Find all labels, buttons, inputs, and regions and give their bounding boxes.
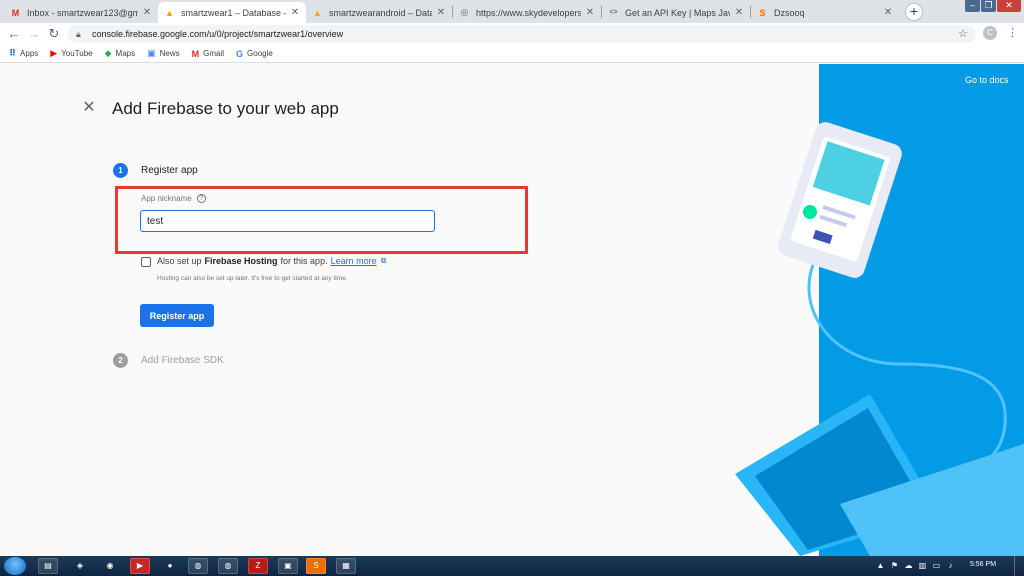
devices-illustration [735,122,1024,556]
tab-dzsooq[interactable]: S Dzsooq ✕ [751,2,899,23]
chrome-icon[interactable]: ◍ [188,558,208,574]
eye-icon[interactable]: ◉ [100,558,120,574]
go-to-docs-link[interactable]: Go to docs [965,75,1009,85]
bookmark-star-icon[interactable]: ☆ [958,27,968,40]
restore-button[interactable]: ❐ [981,0,996,12]
tab-firebase-database[interactable]: ▲ smartzwear1 – Database – Fireb ✕ [158,2,306,23]
filezilla-icon[interactable]: Z [248,558,268,574]
display-icon[interactable]: ▭ [932,561,941,570]
close-icon[interactable]: ✕ [585,7,595,18]
folder-icon[interactable]: ▤ [38,558,58,574]
youtube-icon: ▶ [50,48,58,58]
tab-title: smartzwear1 – Database – Fireb [181,7,286,18]
close-icon[interactable]: ✕ [290,7,300,18]
tray-arrow-icon[interactable]: ▲ [876,561,885,570]
bookmark-apps[interactable]: ⠿ Apps [9,48,38,59]
bookmarks-bar: ⠿ Apps ▶ YouTube ◆ Maps ▣ News M Gmail G… [0,45,1024,63]
maps-icon: ◆ [104,48,112,58]
apps-icon: ⠿ [9,48,17,58]
forward-button[interactable]: → [26,26,42,42]
bookmark-maps[interactable]: ◆ Maps [105,48,135,59]
bookmark-label: News [159,49,180,58]
media-icon[interactable]: ▶ [130,558,150,574]
news-icon: ▣ [147,48,156,58]
windows-taskbar: ▤ ◈ ◉ ▶ ● ◍ ◍ Z ▣ S ▦ ▲ ⚑ ☁ ▥ ▭ ♪ 5:56 P… [0,556,1024,576]
chrome-window-icon[interactable]: ◍ [218,558,238,574]
bookmark-label: Gmail [203,49,225,58]
tab-maps-api-key[interactable]: <> Get an API Key | Maps JavaScri ✕ [602,2,750,23]
notepad-icon[interactable]: ▦ [336,558,356,574]
tab-strip: M Inbox - smartzwear123@gmail.c ✕ ▲ smar… [0,0,1024,23]
close-icon[interactable]: ✕ [142,7,152,18]
firebase-page: ✕ Add Firebase to your web app 1 Registe… [0,64,1024,556]
lock-icon: 🔒︎ [76,28,81,39]
cloud-icon[interactable]: ☁ [904,561,913,570]
start-button[interactable] [4,557,26,575]
bookmark-label: Maps [115,49,136,58]
tab-skydevelopers[interactable]: ◎ https://www.skydevelopers.net/ ✕ [453,2,601,23]
sublime-icon[interactable]: S [306,558,326,574]
show-desktop-button[interactable] [1014,556,1024,576]
volume-icon[interactable]: ♪ [946,561,955,570]
site-icon: S [759,7,766,18]
tab-title: smartzwearandroid – Database [329,7,432,18]
reload-button[interactable]: ↻ [46,26,62,42]
tab-firebase-android[interactable]: ▲ smartzwearandroid – Database ✕ [306,2,452,23]
bookmark-news[interactable]: ▣ News [147,48,180,59]
tab-gmail-inbox[interactable]: M Inbox - smartzwear123@gmail.c ✕ [4,2,158,23]
address-bar[interactable]: 🔒︎ console.firebase.google.com/u/0/proje… [68,25,976,43]
google-icon: G [236,48,244,59]
bookmark-label: YouTube [61,49,93,58]
code-icon: <> [609,9,618,16]
minimize-button[interactable]: – [965,0,980,12]
close-icon[interactable]: ✕ [734,7,744,18]
box-icon[interactable]: ▣ [278,558,298,574]
new-tab-button[interactable]: + [905,3,923,21]
tab-title: https://www.skydevelopers.net/ [476,7,581,18]
gmail-icon: M [11,7,20,18]
location-icon[interactable]: ● [160,558,180,574]
window-close-button[interactable]: ✕ [997,0,1021,12]
bookmark-label: Apps [20,49,39,58]
taskbar-clock[interactable]: 5:56 PM [963,561,1003,568]
flag-icon[interactable]: ⚑ [890,561,899,570]
globe-icon: ◎ [460,7,469,17]
tab-title: Get an API Key | Maps JavaScri [625,7,730,18]
profile-avatar[interactable]: C [983,26,997,40]
phone-illustration [778,122,902,278]
close-icon[interactable]: ✕ [883,7,893,18]
bookmark-google[interactable]: G Google [236,49,273,59]
bookmark-gmail[interactable]: M Gmail [192,49,224,59]
address-text: console.firebase.google.com/u/0/project/… [92,29,344,39]
bookmark-label: Google [247,49,273,58]
back-button[interactable]: ← [6,26,22,42]
tab-title: Dzsooq [774,7,805,18]
bookmark-youtube[interactable]: ▶ YouTube [50,48,92,59]
app-icon[interactable]: ◈ [70,558,90,574]
network-icon[interactable]: ▥ [918,561,927,570]
firebase-icon: ▲ [313,7,322,18]
close-icon[interactable]: ✕ [436,7,446,18]
browser-toolbar: ← → ↻ 🔒︎ console.firebase.google.com/u/0… [0,23,1024,45]
gmail-icon: M [191,48,200,59]
tab-title: Inbox - smartzwear123@gmail.c [27,7,138,18]
firebase-icon: ▲ [165,7,174,18]
browser-menu-icon[interactable]: ⋮ [1007,26,1018,40]
laptop-illustration [735,394,1024,556]
